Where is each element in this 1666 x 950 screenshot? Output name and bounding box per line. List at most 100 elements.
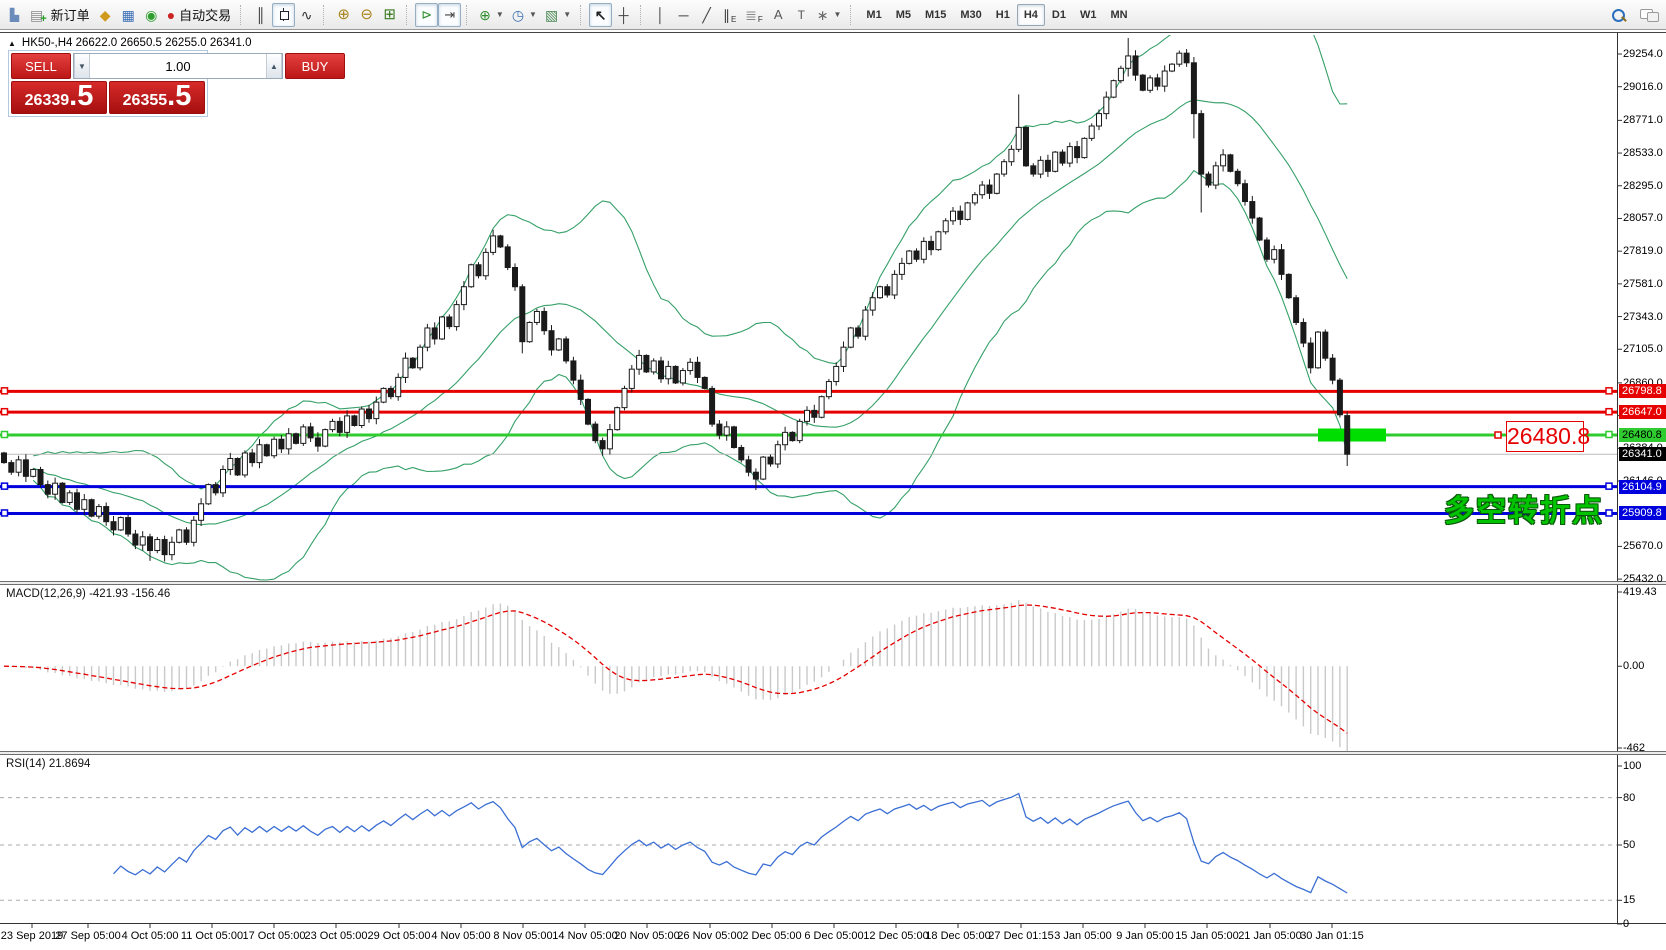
new-order-button[interactable]: ▤+新订单 <box>26 3 94 27</box>
rsi-tick-label: 80 <box>1623 792 1635 804</box>
hline-button[interactable]: ─ <box>672 3 695 27</box>
text-button[interactable]: A <box>767 3 790 27</box>
buy-button[interactable]: BUY <box>285 53 345 79</box>
line-handle <box>2 388 8 394</box>
window-fragment-icon[interactable]: ▙ <box>3 3 26 27</box>
buy-price[interactable]: 26355.5 <box>109 81 205 114</box>
price-axis-border <box>1617 33 1618 923</box>
price-callout-label[interactable]: 26480.8 <box>1506 421 1584 452</box>
date-tick-label: 11 Oct 05:00 <box>181 930 243 942</box>
price-tick-label: 27819.0 <box>1623 245 1663 257</box>
buy-price-main: 26355 <box>123 92 168 110</box>
symbols-icon: ◆ <box>100 8 111 22</box>
new-chart-button[interactable]: ⊕▼ <box>475 3 508 27</box>
templates-icon: ▧ <box>545 8 558 22</box>
panel-splitter-macd[interactable] <box>0 581 1666 585</box>
templates-button[interactable]: ▧▼ <box>541 3 575 27</box>
bar-chart-button[interactable]: ║ <box>249 3 272 27</box>
timeframe-h1[interactable]: H1 <box>989 4 1017 26</box>
symbol-ohlc-line: ▲ HK50-,H4 26622.0 26650.5 26255.0 26341… <box>8 37 251 49</box>
price-tick-label: 28057.0 <box>1623 212 1663 224</box>
buy-price-frac: .5 <box>167 82 191 111</box>
cursor-button[interactable]: ↖ <box>589 3 612 27</box>
rsi-tick-label: 15 <box>1623 894 1635 906</box>
vline-icon: │ <box>656 8 665 22</box>
line-handle <box>1606 388 1612 394</box>
macd-tick-label: 0.00 <box>1623 660 1644 672</box>
timeframe-d1[interactable]: D1 <box>1045 4 1073 26</box>
profiles-button[interactable]: ◷▼ <box>508 3 541 27</box>
chat-icon[interactable] <box>1640 8 1658 22</box>
vline-button[interactable]: │ <box>649 3 672 27</box>
chart-canvas[interactable] <box>0 0 1666 950</box>
date-tick-label: 6 Dec 05:00 <box>804 930 863 942</box>
timeframe-m5[interactable]: M5 <box>889 4 918 26</box>
zoom-in-button[interactable]: ⊕ <box>332 3 355 27</box>
autotrade-icon: ● <box>167 8 175 22</box>
hline-icon: ─ <box>679 8 689 22</box>
candle-chart-button[interactable] <box>272 3 295 27</box>
line-chart-button[interactable]: ∿ <box>295 3 318 27</box>
date-tick-label: 8 Nov 05:00 <box>493 930 552 942</box>
fibonacci-button[interactable]: ≣F <box>741 3 767 27</box>
zoom-out-button[interactable]: ⊖ <box>355 3 378 27</box>
sell-price[interactable]: 26339.5 <box>11 81 107 114</box>
search-icon[interactable] <box>1611 8 1626 23</box>
macd-panel-group <box>4 600 1347 755</box>
date-tick-label: 3 Jan 05:00 <box>1054 930 1112 942</box>
trendline-button[interactable]: ╱ <box>695 3 718 27</box>
auto-scroll-button[interactable]: ⊳ <box>415 3 438 27</box>
timeframe-m15[interactable]: M15 <box>918 4 953 26</box>
dropdown-arrow-icon[interactable]: ▼ <box>563 10 571 19</box>
chart-shift-button[interactable]: ⇥ <box>438 3 461 27</box>
zoom-out-icon: ⊖ <box>360 7 373 22</box>
volume-input[interactable] <box>90 54 266 78</box>
toolbar-separator <box>850 5 855 25</box>
toolbar-separator <box>240 5 245 25</box>
line-handle <box>1606 432 1612 438</box>
highlight-bar <box>1318 429 1386 442</box>
price-tick-label: 28771.0 <box>1623 114 1663 126</box>
channel-button[interactable]: ∥E <box>718 3 741 27</box>
dropdown-arrow-icon[interactable]: ▼ <box>496 10 504 19</box>
tile-windows-button[interactable]: ⊞ <box>378 3 401 27</box>
date-tick-label: 12 Dec 05:00 <box>863 930 928 942</box>
auto-scroll-icon: ⊳ <box>421 8 432 21</box>
label-button[interactable]: T <box>790 3 813 27</box>
sell-button[interactable]: SELL <box>11 53 71 79</box>
data-window-icon: ▦ <box>122 8 135 22</box>
panel-splitter-rsi[interactable] <box>0 751 1666 755</box>
volume-up-button[interactable]: ▲ <box>266 54 282 78</box>
annotation-text[interactable]: 多空转折点 <box>1444 486 1604 530</box>
rsi-label: RSI(14) 21.8694 <box>6 758 90 770</box>
volume-down-button[interactable]: ▼ <box>74 54 90 78</box>
date-tick-label: 20 Nov 05:00 <box>614 930 679 942</box>
window-fragment-icon-icon: ▙ <box>10 9 19 21</box>
timeframe-h4[interactable]: H4 <box>1017 4 1045 26</box>
price-tick-label: 27581.0 <box>1623 278 1663 290</box>
line-handle <box>2 432 8 438</box>
price-tick-label: 28295.0 <box>1623 180 1663 192</box>
timeframe-mn[interactable]: MN <box>1103 4 1134 26</box>
time-axis-border <box>0 923 1666 924</box>
timeframe-w1[interactable]: W1 <box>1073 4 1104 26</box>
new-chart-icon: ⊕ <box>479 8 491 22</box>
autotrade-button[interactable]: ●自动交易 <box>163 3 235 27</box>
signals-button[interactable]: ◉ <box>140 3 163 27</box>
macd-label: MACD(12,26,9) -421.93 -156.46 <box>6 588 170 600</box>
dropdown-arrow-icon[interactable]: ▼ <box>529 10 537 19</box>
timeframe-m30[interactable]: M30 <box>953 4 988 26</box>
arrows-icon: ∗ <box>817 8 829 22</box>
date-tick-label: 17 Oct 05:00 <box>243 930 306 942</box>
crosshair-button[interactable]: ┼ <box>612 3 635 27</box>
current-price-badge: 26341.0 <box>1619 447 1666 461</box>
callout-handle <box>1495 432 1501 438</box>
symbols-button[interactable]: ◆ <box>94 3 117 27</box>
date-tick-label: 30 Jan 01:15 <box>1300 930 1364 942</box>
dropdown-arrow-icon[interactable]: ▼ <box>833 10 841 19</box>
data-window-button[interactable]: ▦ <box>117 3 140 27</box>
collapse-icon[interactable]: ▲ <box>8 39 16 48</box>
timeframe-m1[interactable]: M1 <box>859 4 888 26</box>
arrows-button[interactable]: ∗▼ <box>813 3 846 27</box>
date-tick-label: 21 Jan 05:00 <box>1238 930 1302 942</box>
